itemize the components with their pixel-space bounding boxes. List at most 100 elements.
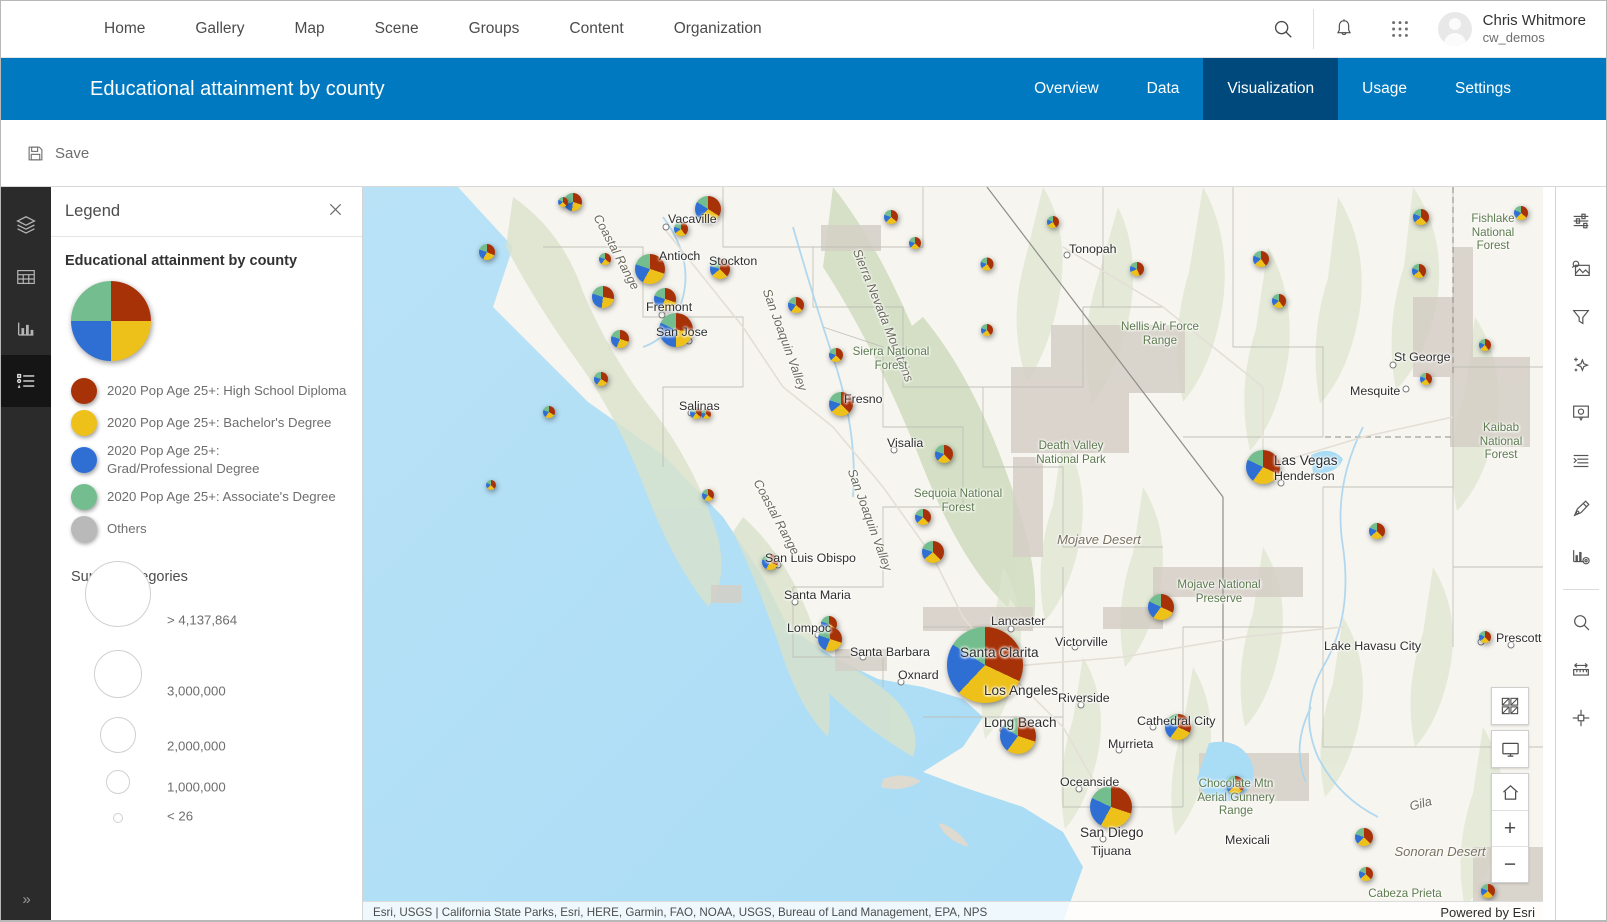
rail-expand-button[interactable]: » bbox=[1, 876, 51, 922]
effects-button[interactable] bbox=[1556, 341, 1606, 389]
county-pie-marker[interactable] bbox=[1090, 786, 1132, 828]
county-pie-marker[interactable] bbox=[1413, 209, 1429, 225]
county-pie-marker[interactable] bbox=[486, 480, 496, 490]
county-pie-marker[interactable] bbox=[829, 348, 843, 362]
county-pie-marker[interactable] bbox=[1000, 718, 1036, 754]
county-pie-marker[interactable] bbox=[635, 254, 665, 284]
county-pie-marker[interactable] bbox=[659, 313, 693, 347]
sketch-button[interactable] bbox=[1556, 485, 1606, 533]
county-pie-marker[interactable] bbox=[695, 196, 721, 222]
legend-panel-title: Legend bbox=[65, 202, 120, 221]
app-switcher-button[interactable] bbox=[1372, 1, 1428, 57]
county-pie-marker[interactable] bbox=[710, 259, 730, 279]
county-pie-marker[interactable] bbox=[701, 409, 711, 419]
powered-by-esri: Powered by Esri bbox=[1440, 905, 1535, 920]
county-pie-marker[interactable] bbox=[1226, 776, 1244, 794]
county-pie-marker[interactable] bbox=[592, 286, 614, 308]
county-pie-marker[interactable] bbox=[479, 244, 495, 260]
filter-button[interactable] bbox=[1556, 293, 1606, 341]
county-pie-marker[interactable] bbox=[909, 237, 921, 249]
legend-label-bachelors: 2020 Pop Age 25+: Bachelor's Degree bbox=[107, 414, 331, 432]
county-pie-marker[interactable] bbox=[762, 554, 778, 570]
county-pie-marker[interactable] bbox=[543, 406, 555, 418]
county-pie-marker[interactable] bbox=[558, 197, 568, 207]
county-pie-marker[interactable] bbox=[935, 445, 953, 463]
county-pie-marker[interactable] bbox=[818, 627, 842, 651]
county-pie-marker[interactable] bbox=[1412, 264, 1426, 278]
county-pie-marker[interactable] bbox=[654, 288, 676, 310]
county-pie-marker[interactable] bbox=[1272, 294, 1286, 308]
legend-panel-header: Legend bbox=[51, 187, 362, 237]
county-pie-marker[interactable] bbox=[702, 489, 714, 501]
county-pie-marker[interactable] bbox=[788, 297, 804, 313]
nav-content[interactable]: Content bbox=[544, 1, 648, 57]
county-pie-marker[interactable] bbox=[1481, 884, 1495, 898]
city-dot bbox=[663, 224, 670, 231]
size-circle-5 bbox=[113, 813, 123, 823]
map-view[interactable]: VacavilleAntiochStocktonFremontSan JoseS… bbox=[363, 187, 1543, 922]
save-button[interactable]: Save bbox=[27, 145, 89, 162]
tab-data[interactable]: Data bbox=[1123, 58, 1204, 120]
county-pie-marker[interactable] bbox=[981, 258, 994, 271]
close-legend-button[interactable] bbox=[324, 198, 347, 225]
user-menu[interactable]: Chris Whitmore cw_demos bbox=[1428, 12, 1607, 47]
nav-map[interactable]: Map bbox=[269, 1, 349, 57]
county-pie-marker[interactable] bbox=[829, 392, 853, 416]
county-pie-marker[interactable] bbox=[922, 541, 944, 563]
county-pie-marker[interactable] bbox=[1253, 251, 1269, 267]
county-pie-marker[interactable] bbox=[611, 330, 629, 348]
search-button[interactable] bbox=[1255, 1, 1311, 57]
nav-organization[interactable]: Organization bbox=[649, 1, 787, 57]
city-dot bbox=[1064, 252, 1071, 259]
county-pie-marker[interactable] bbox=[1514, 206, 1528, 220]
county-pie-marker[interactable] bbox=[1355, 828, 1373, 846]
county-pie-marker[interactable] bbox=[1130, 262, 1144, 276]
county-pie-marker[interactable] bbox=[599, 253, 611, 265]
rail-charts[interactable] bbox=[1, 303, 51, 355]
popup-config-button[interactable] bbox=[1556, 245, 1606, 293]
tab-usage[interactable]: Usage bbox=[1338, 58, 1431, 120]
county-pie-marker[interactable] bbox=[1165, 714, 1191, 740]
nav-home[interactable]: Home bbox=[79, 1, 170, 57]
rail-layers[interactable] bbox=[1, 199, 51, 251]
county-pie-marker[interactable] bbox=[1479, 339, 1491, 351]
coordinates-button[interactable] bbox=[1556, 694, 1606, 742]
rail-legend[interactable] bbox=[1, 355, 51, 407]
bar-chart-icon bbox=[15, 318, 37, 340]
charts-button[interactable] bbox=[1556, 533, 1606, 581]
notifications-button[interactable] bbox=[1316, 1, 1372, 57]
fullscreen-button[interactable] bbox=[1492, 731, 1528, 767]
county-pie-marker[interactable] bbox=[594, 372, 608, 386]
home-button[interactable] bbox=[1492, 774, 1528, 810]
tab-overview[interactable]: Overview bbox=[1010, 58, 1123, 120]
tab-visualization[interactable]: Visualization bbox=[1203, 58, 1338, 120]
zoom-out-button[interactable]: − bbox=[1492, 846, 1528, 882]
county-pie-marker[interactable] bbox=[1420, 373, 1432, 385]
county-pie-marker[interactable] bbox=[947, 627, 1023, 703]
county-pie-marker[interactable] bbox=[674, 222, 688, 236]
rail-table[interactable] bbox=[1, 251, 51, 303]
labels-button[interactable] bbox=[1556, 389, 1606, 437]
size-circle-3 bbox=[100, 717, 136, 753]
county-pie-marker[interactable] bbox=[981, 324, 993, 336]
county-pie-marker[interactable] bbox=[1479, 631, 1491, 643]
county-pie-marker[interactable] bbox=[1148, 594, 1174, 620]
county-pie-marker[interactable] bbox=[1369, 523, 1385, 539]
styles-button[interactable] bbox=[1556, 197, 1606, 245]
basemap-gallery-button[interactable] bbox=[1492, 688, 1528, 724]
attribution-text: Esri, USGS | California State Parks, Esr… bbox=[373, 906, 987, 919]
map-search-button[interactable] bbox=[1556, 598, 1606, 646]
fields-button[interactable] bbox=[1556, 437, 1606, 485]
measure-button[interactable] bbox=[1556, 646, 1606, 694]
tab-settings[interactable]: Settings bbox=[1431, 58, 1535, 120]
zoom-in-button[interactable]: + bbox=[1492, 810, 1528, 846]
county-pie-marker[interactable] bbox=[1246, 450, 1280, 484]
nav-gallery[interactable]: Gallery bbox=[170, 1, 269, 57]
county-pie-marker[interactable] bbox=[1359, 867, 1373, 881]
nav-groups[interactable]: Groups bbox=[444, 1, 545, 57]
nav-scene[interactable]: Scene bbox=[350, 1, 444, 57]
county-pie-marker[interactable] bbox=[884, 210, 898, 224]
county-pie-marker[interactable] bbox=[915, 509, 931, 525]
pie-chart-preview-icon bbox=[71, 281, 151, 361]
county-pie-marker[interactable] bbox=[1047, 216, 1059, 228]
